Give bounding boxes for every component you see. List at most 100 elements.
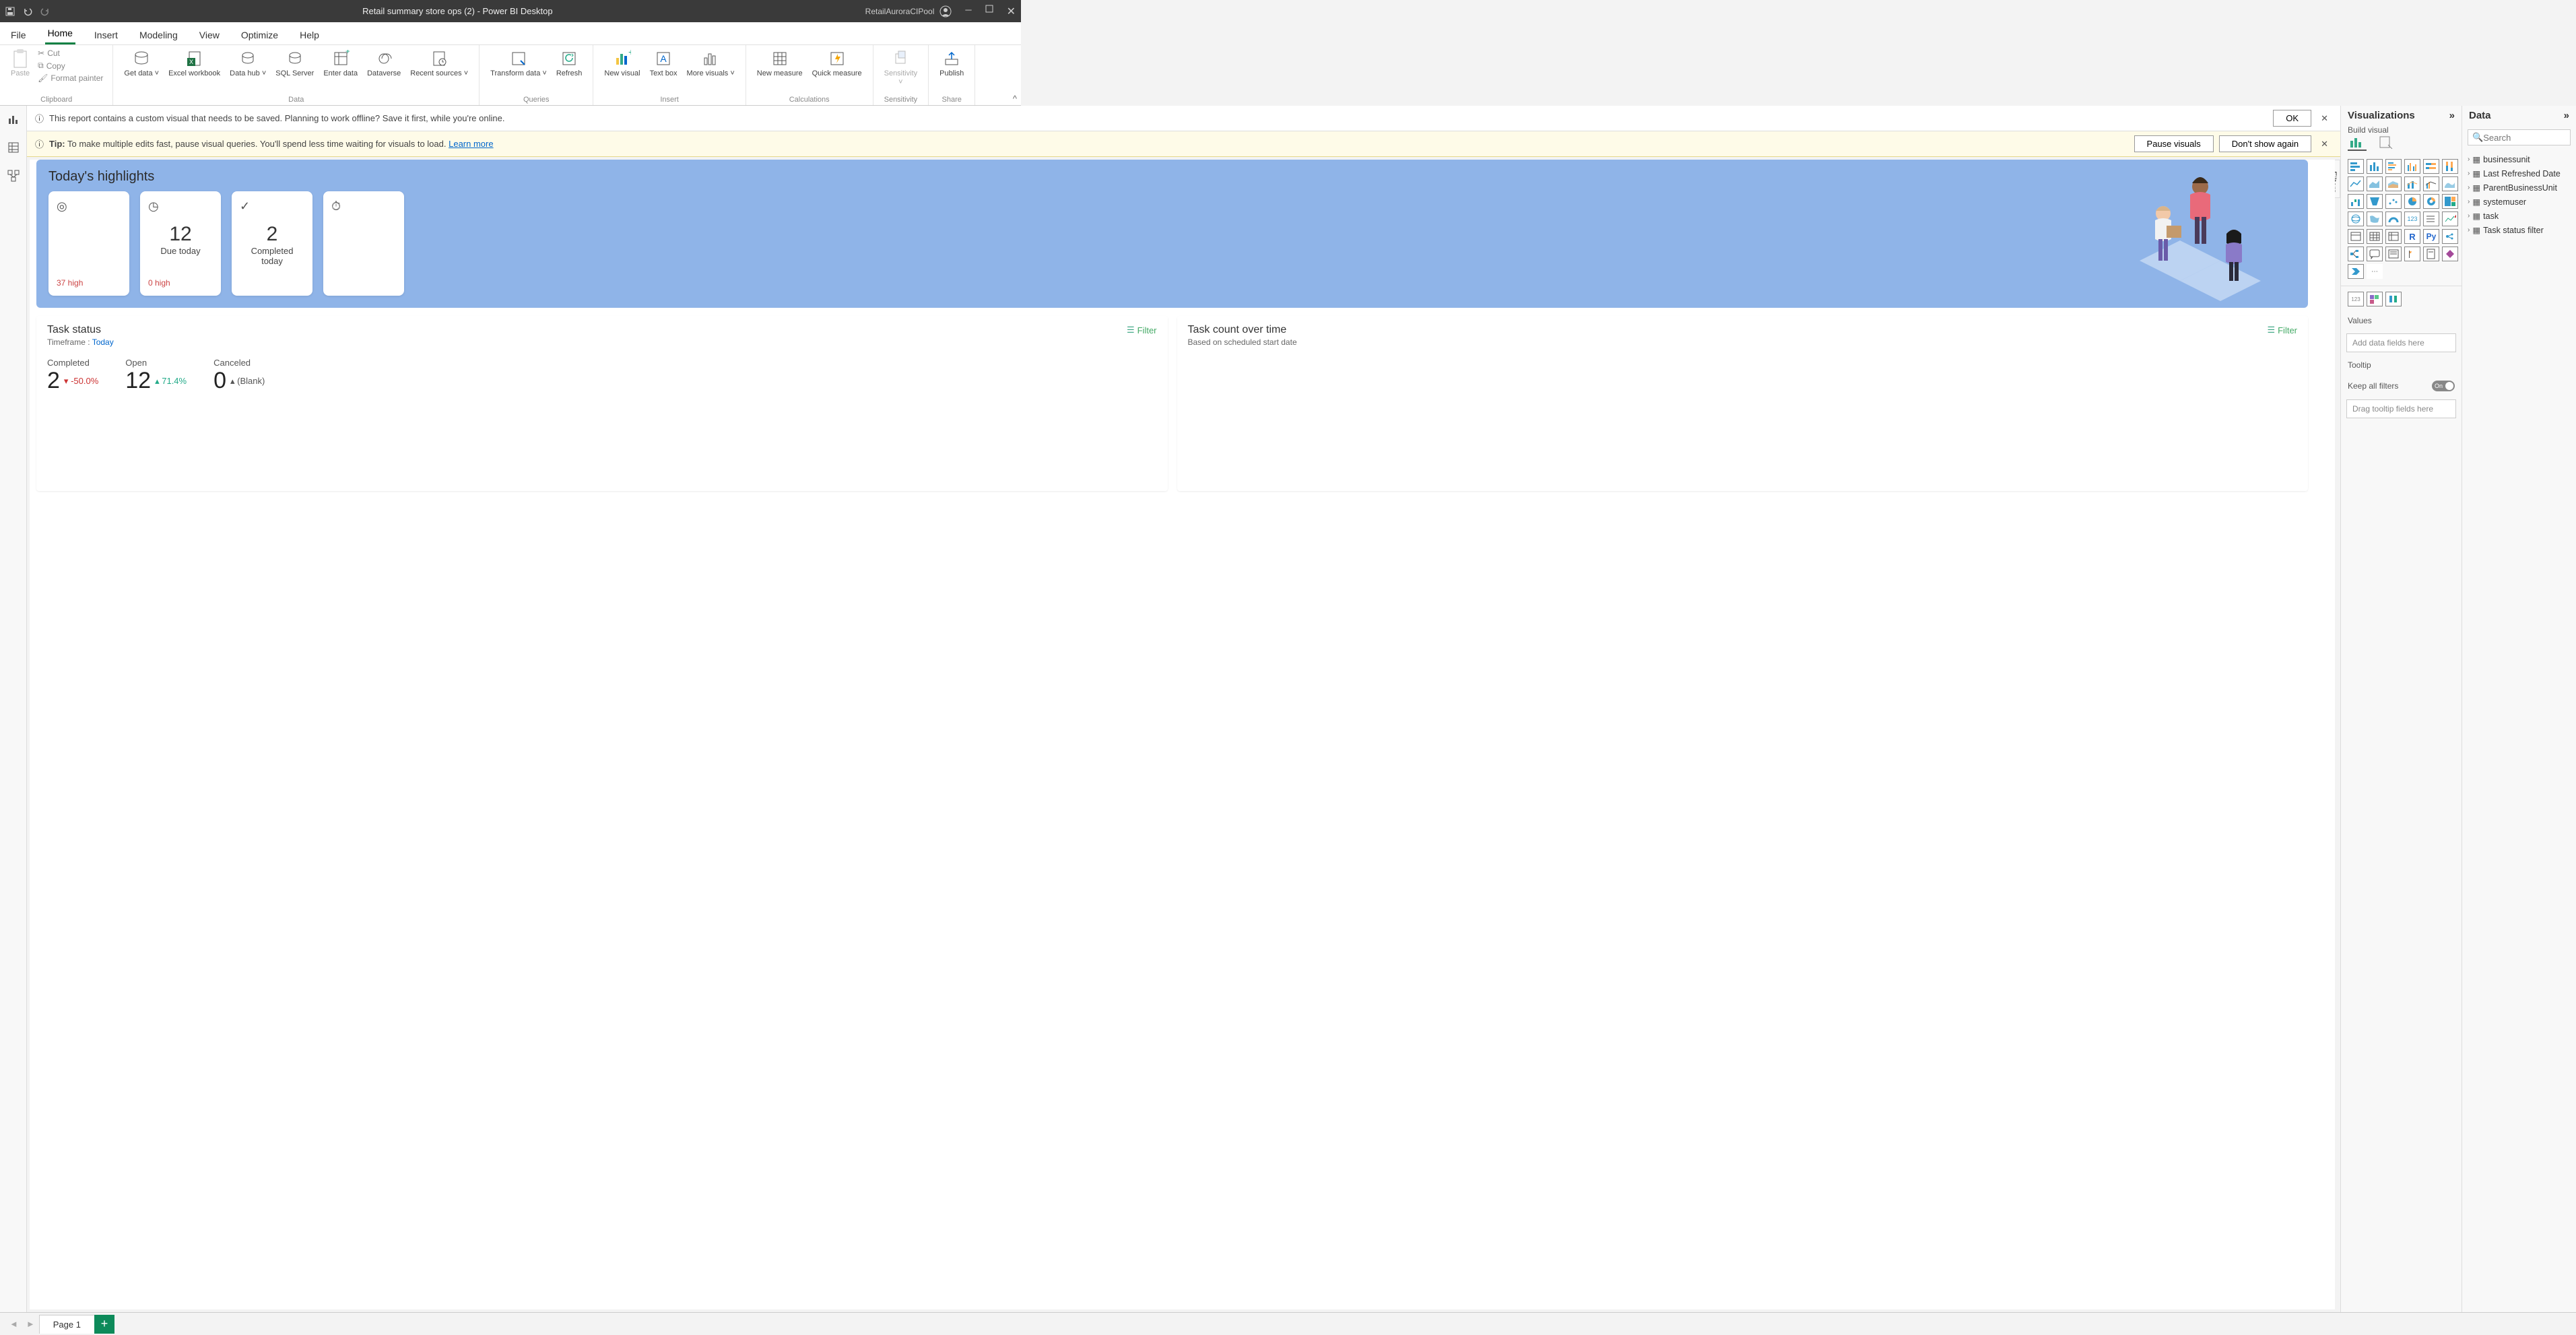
new-visual-button[interactable]: +New visual [600, 48, 644, 79]
format-visual-tab[interactable] [2376, 135, 2395, 151]
task-count-filter-button[interactable]: ☰Filter [2267, 325, 2297, 335]
highlights-visual[interactable]: Today's highlights ◎ 37 high ◷ 12 Due to… [36, 160, 2308, 308]
viz-qa[interactable] [2367, 247, 2383, 261]
menu-home[interactable]: Home [45, 24, 75, 44]
card-target[interactable]: ◎ 37 high [48, 191, 129, 296]
cut-button[interactable]: ✂Cut [35, 48, 106, 59]
excel-button[interactable]: XExcel workbook [164, 48, 224, 79]
task-count-visual[interactable]: Task count over time ☰Filter Based on sc… [1177, 316, 2309, 491]
dataverse-button[interactable]: Dataverse [363, 48, 405, 79]
viz-custom-2[interactable] [2367, 292, 2383, 306]
timeframe-link[interactable]: Today [92, 337, 114, 347]
viz-treemap[interactable] [2442, 194, 2458, 209]
viz-custom-1[interactable]: 123 [2348, 292, 2364, 306]
viz-donut[interactable] [2423, 194, 2439, 209]
ribbon-collapse-icon[interactable]: ^ [1013, 94, 1017, 104]
viz-scatter[interactable] [2385, 194, 2402, 209]
viz-decomposition[interactable] [2348, 247, 2364, 261]
format-painter-button[interactable]: 🖌Format painter [35, 73, 106, 84]
viz-power-apps[interactable] [2442, 247, 2458, 261]
page-next-icon[interactable]: ► [22, 1319, 39, 1329]
data-collapse-icon[interactable]: » [2564, 110, 2569, 121]
viz-waterfall[interactable] [2348, 194, 2364, 209]
report-view-icon[interactable] [5, 111, 22, 127]
field-systemuser[interactable]: ›▦systemuser [2466, 195, 2572, 209]
save-icon[interactable] [5, 7, 15, 16]
viz-power-automate[interactable] [2348, 264, 2364, 279]
sensitivity-button[interactable]: Sensitivity˅ [880, 48, 922, 88]
viz-100-column[interactable] [2442, 159, 2458, 174]
viz-paginated[interactable] [2423, 247, 2439, 261]
field-task-status-filter[interactable]: ›▦Task status filter [2466, 223, 2572, 237]
sql-server-button[interactable]: SQL Server [271, 48, 318, 79]
new-measure-button[interactable]: New measure [753, 48, 807, 79]
viz-custom-3[interactable] [2385, 292, 2402, 306]
viz-pie[interactable] [2404, 194, 2420, 209]
close-icon[interactable]: ✕ [1007, 5, 1016, 18]
values-well[interactable]: Add data fields here [2346, 333, 2456, 352]
viz-narrative[interactable] [2385, 247, 2402, 261]
menu-view[interactable]: View [197, 26, 222, 44]
get-data-button[interactable]: Get data ˅ [120, 48, 163, 79]
redo-icon[interactable] [40, 7, 50, 16]
enter-data-button[interactable]: +Enter data [319, 48, 362, 79]
report-canvas[interactable]: Today's highlights ◎ 37 high ◷ 12 Due to… [30, 160, 2335, 1309]
viz-more[interactable]: ⋯ [2367, 264, 2383, 279]
viz-slicer[interactable] [2348, 229, 2364, 244]
viz-funnel[interactable] [2367, 194, 2383, 209]
page-prev-icon[interactable]: ◄ [5, 1319, 22, 1329]
viz-area[interactable] [2367, 176, 2383, 191]
menu-modeling[interactable]: Modeling [137, 26, 180, 44]
dont-show-again-button[interactable]: Don't show again [2219, 135, 2311, 152]
viz-kpi[interactable]: ▲ [2442, 211, 2458, 226]
user-avatar-icon[interactable] [939, 5, 952, 18]
undo-icon[interactable] [23, 7, 32, 16]
viz-filled-map[interactable] [2367, 211, 2383, 226]
tooltip-well[interactable]: Drag tooltip fields here [2346, 399, 2456, 418]
viz-gauge[interactable] [2385, 211, 2402, 226]
viz-line-clustered-column[interactable] [2423, 176, 2439, 191]
refresh-button[interactable]: Refresh [552, 48, 587, 79]
add-page-button[interactable]: + [94, 1315, 114, 1334]
paste-button[interactable]: Paste [7, 48, 34, 79]
publish-button[interactable]: Publish [935, 48, 968, 79]
model-view-icon[interactable] [5, 168, 22, 184]
viz-python[interactable]: Py [2423, 229, 2439, 244]
field-last-refreshed[interactable]: ›▦Last Refreshed Date [2466, 166, 2572, 181]
viz-matrix[interactable] [2385, 229, 2402, 244]
viz-multi-card[interactable] [2423, 211, 2439, 226]
copy-button[interactable]: ⧉Copy [35, 60, 106, 71]
maximize-icon[interactable] [985, 5, 993, 18]
transform-data-button[interactable]: Transform data ˅ [486, 48, 551, 79]
more-visuals-button[interactable]: More visuals ˅ [683, 48, 739, 79]
banner2-close-icon[interactable]: ✕ [2317, 139, 2332, 150]
banner-ok-button[interactable]: OK [2273, 110, 2311, 127]
menu-help[interactable]: Help [297, 26, 322, 44]
data-hub-button[interactable]: Data hub ˅ [226, 48, 270, 79]
text-box-button[interactable]: AText box [646, 48, 682, 79]
search-input[interactable] [2483, 133, 2576, 143]
viz-stacked-area[interactable] [2385, 176, 2402, 191]
viz-map[interactable] [2348, 211, 2364, 226]
page-tab-1[interactable]: Page 1 [39, 1315, 95, 1334]
banner1-close-icon[interactable]: ✕ [2317, 113, 2332, 124]
viz-table[interactable] [2367, 229, 2383, 244]
viz-card[interactable]: 123 [2404, 211, 2420, 226]
viz-r[interactable]: R [2404, 229, 2420, 244]
viz-stacked-bar[interactable] [2348, 159, 2364, 174]
build-visual-tab[interactable] [2348, 135, 2367, 151]
viz-line[interactable] [2348, 176, 2364, 191]
field-task[interactable]: ›▦task [2466, 209, 2572, 223]
card-stopwatch[interactable]: ⏱ [323, 191, 404, 296]
data-view-icon[interactable] [5, 139, 22, 156]
data-search[interactable]: 🔍 [2468, 129, 2571, 145]
viz-clustered-bar[interactable] [2385, 159, 2402, 174]
recent-sources-button[interactable]: Recent sources ˅ [406, 48, 472, 79]
viz-collapse-icon[interactable]: » [2449, 110, 2455, 121]
minimize-icon[interactable]: ─ [965, 5, 971, 18]
quick-measure-button[interactable]: Quick measure [808, 48, 866, 79]
viz-goals[interactable] [2404, 247, 2420, 261]
keep-filters-toggle[interactable]: On [2432, 381, 2455, 391]
viz-stacked-column[interactable] [2367, 159, 2383, 174]
field-parent-bu[interactable]: ›▦ParentBusinessUnit [2466, 181, 2572, 195]
